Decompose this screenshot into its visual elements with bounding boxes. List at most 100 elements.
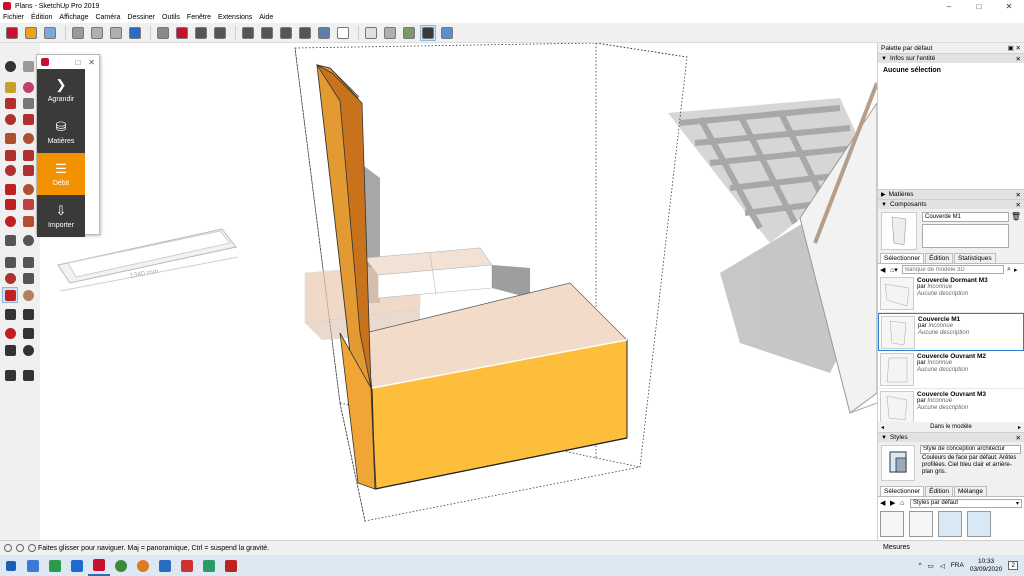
paint-tool[interactable] [2,79,18,95]
cut-button[interactable] [70,25,86,41]
menu-camera[interactable]: Caméra [95,14,120,21]
line-tool[interactable] [2,95,18,111]
pie-tool[interactable] [20,147,36,163]
matieres-button[interactable]: ⛁ Matières [37,111,85,153]
maximize-button[interactable]: □ [964,0,994,12]
nav-forward-icon[interactable]: ▶ [890,499,900,507]
search-taskbar-button[interactable] [22,555,44,576]
nav-back-icon[interactable]: ◀ [880,499,890,507]
arc-tool[interactable] [2,147,18,163]
styles-header[interactable]: ▼ Styles ✕ [878,432,1024,442]
section-plane-tool[interactable] [20,367,36,383]
menu-outils[interactable]: Outils [162,14,180,21]
left-view-button[interactable] [335,25,351,41]
styles-dropdown[interactable]: Styles par défaut ▾ [910,498,1022,508]
lookaround-tool[interactable] [20,342,36,358]
menu-fichier[interactable]: Fichier [3,14,24,21]
list-item[interactable]: Couvercle M1 par Inconnue Aucune descripti… [878,313,1024,351]
3dtext-tool[interactable] [20,270,36,286]
pan-tool[interactable] [20,287,36,303]
style-swatch[interactable] [909,511,933,537]
sketchup-task-taskbar-button[interactable] [88,555,110,576]
rotated-rect-tool[interactable] [20,111,36,127]
3d-scene[interactable]: 1340 mm [40,43,877,540]
style-name-field[interactable]: Style de conception architectur [920,445,1021,454]
redo-button[interactable] [174,25,190,41]
menu-fenetre[interactable]: Fenêtre [187,14,211,21]
previous-view-tool[interactable] [20,325,36,341]
geolocation-icon[interactable] [16,544,24,552]
section-close-icon[interactable]: ✕ [1016,191,1021,199]
text-tool[interactable] [20,254,36,270]
back-edges-button[interactable] [382,25,398,41]
components-header[interactable]: ▼ Composants ✕ [878,199,1024,209]
scale-tool[interactable] [2,213,18,229]
circle-tool[interactable] [2,130,18,146]
tray-pin-icon[interactable]: ▣ ✕ [1008,44,1021,52]
acrobat-taskbar-button[interactable] [176,555,198,576]
protractor-tool[interactable] [2,254,18,270]
components-search-input[interactable] [902,265,1004,274]
save-button[interactable] [42,25,58,41]
pushpull-tool[interactable] [20,181,36,197]
nav-back-icon[interactable]: ◀ [880,266,890,274]
task-view-taskbar-button[interactable] [44,555,66,576]
show-hidden-icons[interactable]: ^ [919,562,922,569]
hidden-line-button[interactable] [420,24,436,41]
menu-affichage[interactable]: Affichage [59,14,88,21]
front-view-button[interactable] [278,25,294,41]
rectangle-tool[interactable] [2,111,18,127]
scroll-right-icon[interactable]: ▸ [1018,424,1021,431]
clock[interactable]: 10:33 03/09/2020 [970,558,1003,574]
trash-icon[interactable]: 🗑 [1011,212,1021,250]
dimension-tool[interactable] [20,232,36,248]
copy-button[interactable] [89,25,105,41]
chrome-taskbar-button[interactable] [110,555,132,576]
section-close-icon[interactable]: ✕ [1016,201,1021,209]
component-button[interactable] [4,25,20,41]
eraser-tool[interactable] [20,79,36,95]
pdf-taskbar-button[interactable] [220,555,242,576]
style-swatch[interactable] [880,511,904,537]
axes-tool[interactable] [2,270,18,286]
arc3-tool[interactable] [20,162,36,178]
section-close-icon[interactable]: ✕ [1016,434,1021,442]
back-view-button[interactable] [316,25,332,41]
freehand-tool[interactable] [20,95,36,111]
details-arrow-icon[interactable]: ▸ [1014,266,1022,274]
undo-button[interactable] [155,25,171,41]
component-tool-tool[interactable] [20,58,36,74]
entity-info-header[interactable]: ▼ Infos sur l'entité ✕ [878,53,1024,63]
tab-selectionner-styles[interactable]: Sélectionner [880,486,925,496]
paste-button[interactable] [108,25,124,41]
agrandir-button[interactable]: ❯ Agrandir [37,69,85,111]
importer-button[interactable]: ⇩ Importer [37,195,85,237]
search-icon[interactable]: ⌕ [1004,266,1014,274]
right-view-button[interactable] [297,25,313,41]
iso-view-button[interactable] [240,25,256,41]
outlook-taskbar-button[interactable] [154,555,176,576]
open-button[interactable] [23,25,39,41]
volume-icon[interactable]: ◁ [940,562,945,570]
debit-button[interactable]: ☰ Débit [37,153,85,195]
home-icon[interactable]: ⌂ [900,500,910,507]
list-item[interactable]: Couvercle Dormant M3 par Inconnue Aucune d… [878,275,1024,313]
home-icon[interactable]: ⌂▾ [890,266,902,274]
xray-button[interactable] [363,25,379,41]
position-camera-tool[interactable] [2,342,18,358]
walk-tool[interactable] [2,367,18,383]
offset-tool[interactable] [20,213,36,229]
model-info-button[interactable] [212,25,228,41]
panel-restore-icon[interactable]: □ [75,58,80,67]
materials-header[interactable]: ▶ Matières ✕ [878,189,1024,199]
info-icon[interactable] [4,544,12,552]
start-button[interactable] [0,555,22,576]
tab-melange[interactable]: Mélange [954,486,987,496]
followme-tool[interactable] [20,196,36,212]
spreadsheet-taskbar-button[interactable] [198,555,220,576]
close-button[interactable]: ✕ [994,0,1024,12]
panel-close-icon[interactable]: ✕ [88,58,95,67]
tab-edition-styles[interactable]: Édition [925,486,954,496]
rotate-tool[interactable] [2,196,18,212]
scroll-left-icon[interactable]: ◂ [881,424,884,431]
